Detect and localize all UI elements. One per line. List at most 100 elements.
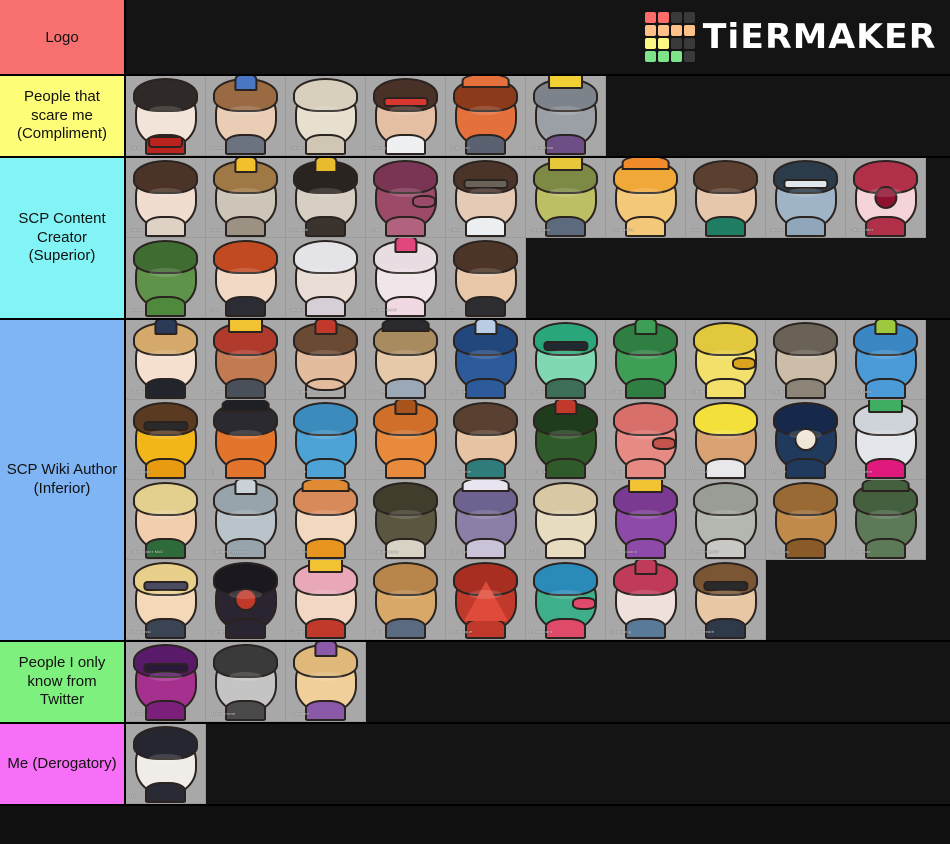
glasses-lab-coat-avatar[interactable]: Elena xyxy=(446,158,526,238)
avatar-artwork xyxy=(446,158,525,237)
red-demon-avatar[interactable]: Ogre Lord xyxy=(446,76,526,156)
white-hair-girl-avatar[interactable]: Nagiros xyxy=(286,238,366,318)
tiermaker-logo-grid-icon xyxy=(644,12,695,62)
avatar-body xyxy=(304,700,347,721)
brown-hair-teal-collar-avatar[interactable]: Ladyflibble xyxy=(446,400,526,480)
tier-label-4[interactable]: People I only know from Twitter xyxy=(0,642,126,722)
red-flower-stalk-avatar[interactable]: Lt Flops xyxy=(526,400,606,480)
tier-label-2[interactable]: SCP Content Creator (Superior) xyxy=(0,158,126,318)
logo-label-cell[interactable]: Logo xyxy=(0,0,126,74)
purple-dragon-avatar[interactable]: Grim xyxy=(366,158,446,238)
cat-ear-hoodie-girl-avatar[interactable]: Ralliston xyxy=(286,480,366,560)
avatar xyxy=(213,76,278,155)
blonde-curls-bow-avatar[interactable]: Arakiel xyxy=(126,320,206,400)
avatar-body xyxy=(304,458,347,479)
yellow-bird-avatar[interactable]: Gabriel xyxy=(686,320,766,400)
yellow-hat-pink-scarf-avatar[interactable]: Zynetic xyxy=(286,560,366,640)
yellow-face-glasses-avatar[interactable]: Jakdragonx xyxy=(126,400,206,480)
green-hair-sunglasses-avatar[interactable]: Estrella xyxy=(526,320,606,400)
avatar-accessory-frills-icon xyxy=(633,560,658,576)
curly-brown-hair-avatar[interactable]: Zyn xyxy=(446,238,526,318)
yellow-cap-man-avatar[interactable]: Grand Rose xyxy=(526,76,606,156)
rainbow-bird-avatar[interactable]: Prismshard xyxy=(526,560,606,640)
tier-label-5[interactable]: Me (Derogatory) xyxy=(0,724,126,804)
curly-hair-goggles-avatar[interactable]: Anaxes xyxy=(206,76,286,156)
orange-octopus-avatar[interactable]: Kaktus xyxy=(366,400,446,480)
green-alien-bust-avatar[interactable]: Mortos xyxy=(126,238,206,318)
brown-hair-green-shirt-avatar[interactable]: Locky xyxy=(686,158,766,238)
bearded-man-avatar[interactable]: Croquembouche xyxy=(286,320,366,400)
hooded-grey-figure-avatar[interactable]: Quantum Physician xyxy=(206,480,286,560)
red-glasses-man-avatar[interactable]: Tanhony xyxy=(366,76,446,156)
tier-body-2[interactable]: Wookily Cillan Decibelle Grim Elena Frogdonia… xyxy=(126,158,950,318)
avatar xyxy=(693,160,758,237)
blonde-girl-open-mouth-avatar[interactable]: MaliceAF xyxy=(686,400,766,480)
avatar xyxy=(853,320,918,399)
eyeball-avatar[interactable]: Placeholder xyxy=(846,158,926,238)
pale-face-dark-hair-avatar[interactable]: Me xyxy=(126,724,206,804)
tan-octopus-avatar[interactable]: Tentacled xyxy=(286,642,366,722)
blue-flower-eye-avatar[interactable]: HarryBlank xyxy=(846,320,926,400)
yellow-flower-hair-avatar[interactable]: Cillan xyxy=(206,158,286,238)
avatar-artwork xyxy=(286,400,365,479)
logo-grid-square xyxy=(644,38,656,49)
dog-with-sign-avatar[interactable]: Good Boy xyxy=(766,480,846,560)
crowned-frog-avatar[interactable]: Frogdonia xyxy=(526,158,606,238)
fool-text-avatar[interactable]: Tufto xyxy=(526,480,606,560)
avatar-accessory-horns-icon xyxy=(461,76,510,88)
blue-whale-avatar[interactable]: Ecronak xyxy=(446,320,526,400)
avatar-watermark: Smapti xyxy=(290,145,304,150)
blue-slime-avatar[interactable]: Jack Ike xyxy=(286,400,366,480)
orange-rabbit-avatar[interactable]: Lil Sunshine xyxy=(606,158,686,238)
muffin-avatar[interactable]: Muffin xyxy=(366,560,446,640)
glitch-pink-mask-avatar[interactable]: Glitchy xyxy=(126,642,206,722)
gold-mask-avatar[interactable]: Decibelle xyxy=(286,158,366,238)
crowned-clay-head-avatar[interactable]: Ayers xyxy=(206,320,286,400)
avatar-hair xyxy=(693,160,758,195)
avatar-watermark: Cillan xyxy=(210,227,222,232)
blonde-green-shirt-avatar[interactable]: Placeholder McD xyxy=(126,480,206,560)
cactus-avatar[interactable]: Fishish xyxy=(606,320,686,400)
tier-body-4[interactable]: Glitchy Monochrome Tentacled xyxy=(126,642,950,722)
dark-red-eyes-creature-avatar[interactable]: Zhange xyxy=(206,560,286,640)
greyscale-suit-man-avatar[interactable]: Monochrome xyxy=(206,642,286,722)
blonde-sunglasses-avatar[interactable]: Yossipossi xyxy=(126,560,206,640)
dark-blue-blob-eyes-avatar[interactable]: Mew-ike xyxy=(766,400,846,480)
axolotl-avatar[interactable]: Sirpudding xyxy=(606,560,686,640)
long-dark-hair-avatar[interactable]: Wookily xyxy=(126,158,206,238)
tier-label-3[interactable]: SCP Wiki Author (Inferior) xyxy=(0,320,126,640)
pale-clown-face-avatar[interactable]: Asriel xyxy=(126,76,206,156)
avatar-watermark: Mew-ike xyxy=(770,469,787,474)
avatar xyxy=(533,76,598,155)
avatar-artwork xyxy=(606,400,685,479)
orange-crab-avatar[interactable]: Ihp xyxy=(206,400,286,480)
masked-hoodie-avatar[interactable]: Dr Grey xyxy=(366,320,446,400)
tier-item-row: Placeholder McD Quantum Physician Rallisto… xyxy=(126,480,950,560)
microphone-podcast-avatar[interactable]: Sounds Good xyxy=(366,238,446,318)
green-witch-hat-avatar[interactable]: NDHeckfire xyxy=(846,400,926,480)
tier-body-5[interactable]: Me xyxy=(126,724,950,804)
red-hair-girl-avatar[interactable]: Ellie xyxy=(206,238,286,318)
tier-3: SCP Wiki Author (Inferior) Arakiel Ayers Cr… xyxy=(0,320,950,642)
avatar-watermark: Zyn xyxy=(450,307,458,312)
tier-body-3[interactable]: Arakiel Ayers Croquembouche Dr Grey Ecronak E… xyxy=(126,320,950,640)
purple-blob-crown-avatar[interactable]: Uncle Nicolini xyxy=(606,480,686,560)
avatar-accessory-hat-icon xyxy=(867,400,904,413)
avatar-artwork xyxy=(526,76,605,155)
tier-label-text: People that scare me (Compliment) xyxy=(16,87,107,143)
avatar-accessory-tentacles-icon xyxy=(313,642,338,658)
raccoon-avatar[interactable]: Grigori xyxy=(766,320,846,400)
purple-bat-creature-avatar[interactable]: SciSarge xyxy=(446,480,526,560)
avatar-artwork xyxy=(206,320,285,399)
grey-seal-avatar[interactable]: Veiedhimaedhr xyxy=(686,480,766,560)
tier-label-1[interactable]: People that scare me (Compliment) xyxy=(0,76,126,156)
green-antler-creature-avatar[interactable]: Woedenaz xyxy=(846,480,926,560)
tier-body-1[interactable]: Asriel Anaxes Smapti Tanhony Ogre Lord Grand … xyxy=(126,76,950,156)
long-brown-hair-glasses-avatar[interactable]: Stormbreath xyxy=(686,560,766,640)
dark-fish-creature-avatar[interactable]: Rounderhouse xyxy=(366,480,446,560)
pig-avatar[interactable]: Lyrian xyxy=(606,400,686,480)
red-triangle-avatar[interactable]: Pedantique xyxy=(446,560,526,640)
blue-tinted-glasses-man-avatar[interactable]: Naveria xyxy=(766,158,846,238)
skull-avatar[interactable]: Smapti xyxy=(286,76,366,156)
avatar xyxy=(693,322,758,399)
